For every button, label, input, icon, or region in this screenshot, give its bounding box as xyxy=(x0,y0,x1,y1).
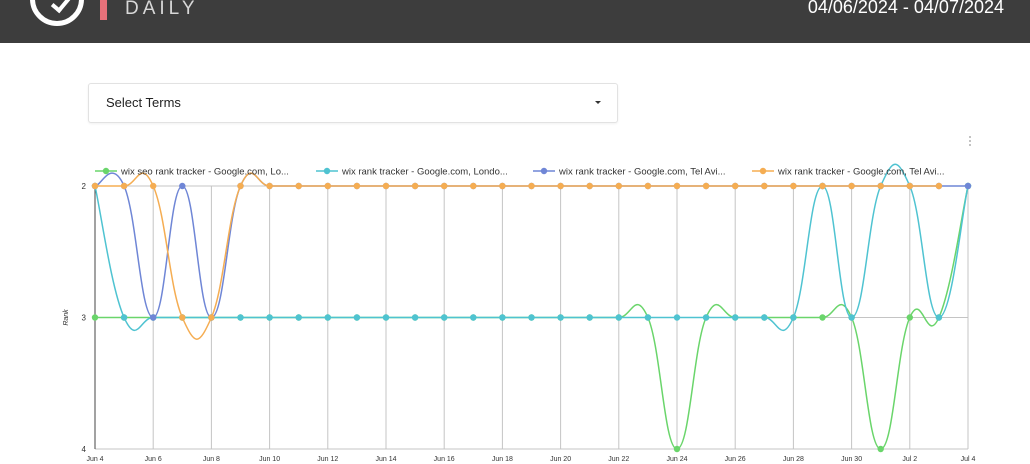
series-point-4 xyxy=(586,182,593,190)
x-tick-label: Jun 20 xyxy=(550,456,571,463)
x-tick-label: Jun 12 xyxy=(317,456,338,463)
x-tick-label: Jul 4 xyxy=(961,456,976,463)
x-tick-label: Jun 16 xyxy=(434,456,455,463)
series-point-4 xyxy=(732,182,739,190)
series-point-4 xyxy=(150,182,157,190)
x-tick-label: Jun 22 xyxy=(608,456,629,463)
series-point-4 xyxy=(179,314,186,321)
x-tick-label: Jun 30 xyxy=(841,456,862,463)
series-point-4 xyxy=(906,182,913,190)
series-point-4 xyxy=(790,182,797,190)
series-point-2 xyxy=(120,314,128,321)
legend-label[interactable]: wix rank tracker - Google.com, Londo... xyxy=(341,167,508,178)
x-tick-label: Jul 2 xyxy=(902,456,917,463)
legend-swatch-dot xyxy=(102,167,110,175)
x-tick-label: Jun 8 xyxy=(203,456,220,463)
series-point-2 xyxy=(353,314,361,321)
series-point-2 xyxy=(761,314,768,321)
series-point-4 xyxy=(761,182,768,190)
rank-line-chart: 2 3 4 Rank Jun 4 Jun 6 Jun 8 Jun 10 Jun 12 Jun 14… xyxy=(63,163,976,463)
series-point-4 xyxy=(877,182,884,190)
series-point-4 xyxy=(295,182,302,190)
series-point-1 xyxy=(906,314,913,321)
series-point-2 xyxy=(644,314,652,321)
y-tick-label: 3 xyxy=(82,314,87,323)
y-tick-label: 4 xyxy=(82,445,87,454)
x-tick-label: Jun 24 xyxy=(666,456,687,463)
series-point-2 xyxy=(528,314,535,321)
series-point-4 xyxy=(615,182,622,190)
series-line-3 xyxy=(94,172,968,319)
series-point-2 xyxy=(848,314,855,321)
series-point-1 xyxy=(673,445,681,453)
series-point-4 xyxy=(382,182,390,190)
series-point-4 xyxy=(557,182,564,190)
series-point-2 xyxy=(702,314,710,321)
series-point-2 xyxy=(557,314,564,321)
series-point-4 xyxy=(324,182,331,190)
series-point-4 xyxy=(441,182,448,190)
series-point-4 xyxy=(673,182,681,190)
series-point-4 xyxy=(353,182,361,190)
series-point-1 xyxy=(819,314,826,321)
series-point-4 xyxy=(470,182,477,190)
series-line-4 xyxy=(95,172,939,340)
series-point-2 xyxy=(935,314,943,321)
legend-label[interactable]: wix seo rank tracker - Google.com, Lo... xyxy=(120,167,289,178)
series-point-3 xyxy=(964,182,972,190)
series-point-2 xyxy=(615,314,622,321)
series-point-4 xyxy=(848,182,855,190)
series-point-4 xyxy=(411,182,419,190)
series-point-4 xyxy=(935,182,943,190)
series-point-4 xyxy=(237,182,244,190)
y-tick-label: 2 xyxy=(82,182,87,191)
series-point-3 xyxy=(150,314,157,321)
x-tick-label: Jun 10 xyxy=(259,456,280,463)
series-point-4 xyxy=(819,182,826,190)
series-point-2 xyxy=(382,314,390,321)
series-point-2 xyxy=(295,314,302,321)
legend-swatch-dot xyxy=(323,167,331,175)
series-point-4 xyxy=(528,182,535,190)
series-point-4 xyxy=(120,182,128,190)
series-point-4 xyxy=(266,182,273,190)
series-point-2 xyxy=(586,314,593,321)
series-point-2 xyxy=(790,314,797,321)
series-point-1 xyxy=(91,314,99,321)
x-tick-label: Jun 4 xyxy=(86,456,103,463)
x-tick-label: Jun 14 xyxy=(375,456,396,463)
series-point-4 xyxy=(499,182,506,190)
series-point-2 xyxy=(470,314,477,321)
series-point-2 xyxy=(237,314,244,321)
legend-swatch-dot xyxy=(759,167,767,175)
x-tick-label: Jun 6 xyxy=(145,456,162,463)
series-point-4 xyxy=(208,314,215,321)
series-point-2 xyxy=(441,314,448,321)
legend-label[interactable]: wix rank tracker - Google.com, Tel Avi..… xyxy=(777,167,945,178)
x-tick-label: Jun 26 xyxy=(725,456,746,463)
series-point-2 xyxy=(411,314,419,321)
series-point-4 xyxy=(702,182,710,190)
series-point-2 xyxy=(499,314,506,321)
series-point-1 xyxy=(877,445,884,453)
series-point-4 xyxy=(91,182,99,190)
series-point-2 xyxy=(673,314,681,321)
legend-label[interactable]: wix rank tracker - Google.com, Tel Avi..… xyxy=(558,167,726,178)
legend-swatch-dot xyxy=(540,167,548,175)
series-point-2 xyxy=(324,314,331,321)
series-point-2 xyxy=(732,314,739,321)
series-point-2 xyxy=(266,314,273,321)
series-point-3 xyxy=(179,182,186,190)
x-tick-label: Jun 18 xyxy=(492,456,513,463)
series-point-4 xyxy=(644,182,652,190)
y-axis-title: Rank xyxy=(63,309,70,326)
x-tick-label: Jun 28 xyxy=(783,456,804,463)
